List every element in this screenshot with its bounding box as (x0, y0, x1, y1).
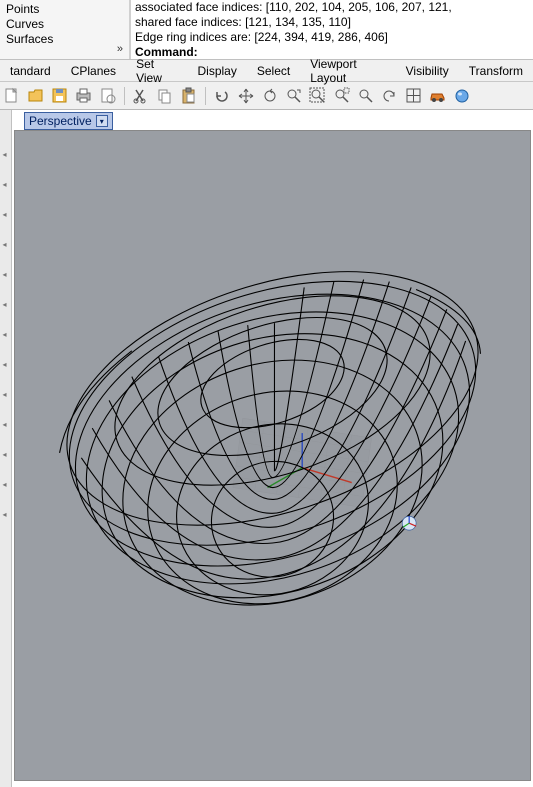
toolbar (0, 82, 533, 110)
cmd-line: shared face indices: [121, 134, 135, 110… (135, 15, 529, 30)
tab-setview[interactable]: Set View (126, 54, 187, 88)
open-file-icon[interactable] (26, 86, 46, 106)
zoom-dynamic-icon[interactable] (284, 86, 304, 106)
side-handle[interactable]: ◂ (3, 390, 9, 396)
side-toolbar: ◂ ◂ ◂ ◂ ◂ ◂ ◂ ◂ ◂ ◂ ◂ ◂ ◂ (0, 110, 12, 787)
undo-icon[interactable] (212, 86, 232, 106)
copy-icon[interactable] (155, 86, 175, 106)
tab-select[interactable]: Select (247, 61, 300, 81)
side-handle[interactable]: ◂ (3, 300, 9, 306)
tree-item-curves[interactable]: Curves (6, 17, 123, 32)
tab-cplanes[interactable]: CPlanes (61, 61, 126, 81)
side-handle[interactable]: ◂ (3, 330, 9, 336)
render-icon[interactable] (452, 86, 472, 106)
tab-visibility[interactable]: Visibility (396, 61, 459, 81)
world-axes-icon (402, 516, 416, 530)
side-handle[interactable]: ◂ (3, 480, 9, 486)
viewport-canvas[interactable] (14, 130, 531, 781)
side-handle[interactable]: ◂ (3, 180, 9, 186)
four-viewports-icon[interactable] (404, 86, 424, 106)
tab-transform[interactable]: Transform (459, 61, 533, 81)
new-file-icon[interactable] (2, 86, 22, 106)
workspace: ◂ ◂ ◂ ◂ ◂ ◂ ◂ ◂ ◂ ◂ ◂ ◂ ◂ Perspective ▾ (0, 110, 533, 787)
document-properties-icon[interactable] (98, 86, 118, 106)
tab-standard[interactable]: tandard (0, 61, 61, 81)
viewport-menu-dropdown-icon[interactable]: ▾ (96, 115, 108, 127)
cmd-line: Edge ring indices are: [224, 394, 419, 2… (135, 30, 529, 45)
paste-icon[interactable] (179, 86, 199, 106)
side-handle[interactable]: ◂ (3, 150, 9, 156)
object-tree: Points Curves Surfaces » (0, 0, 130, 59)
tab-display[interactable]: Display (187, 61, 246, 81)
model-render (15, 131, 530, 785)
zoom-selected-icon[interactable] (332, 86, 352, 106)
side-handle[interactable]: ◂ (3, 210, 9, 216)
side-handle[interactable]: ◂ (3, 240, 9, 246)
zoom-extents-icon[interactable] (356, 86, 376, 106)
tree-item-surfaces[interactable]: Surfaces (6, 32, 123, 47)
viewport-container: Perspective ▾ (12, 110, 533, 787)
car-icon[interactable] (428, 86, 448, 106)
save-icon[interactable] (50, 86, 70, 106)
undo-view-icon[interactable] (380, 86, 400, 106)
rotate-view-icon[interactable] (260, 86, 280, 106)
viewport-title-bar[interactable]: Perspective ▾ (24, 112, 113, 130)
tab-bar: tandard CPlanes Set View Display Select … (0, 60, 533, 82)
side-handle[interactable]: ◂ (3, 450, 9, 456)
zoom-window-icon[interactable] (308, 86, 328, 106)
toolbar-separator (124, 87, 125, 105)
tree-expand-icon[interactable]: » (117, 42, 123, 57)
side-handle[interactable]: ◂ (3, 510, 9, 516)
side-handle[interactable]: ◂ (3, 360, 9, 366)
tab-vplayout[interactable]: Viewport Layout (300, 54, 395, 88)
tree-item-points[interactable]: Points (6, 2, 123, 17)
top-row: Points Curves Surfaces » associated face… (0, 0, 533, 60)
side-handle[interactable]: ◂ (3, 270, 9, 276)
pan-icon[interactable] (236, 86, 256, 106)
toolbar-separator (205, 87, 206, 105)
cmd-line: associated face indices: [110, 202, 104,… (135, 0, 529, 15)
cut-icon[interactable] (131, 86, 151, 106)
viewport-title: Perspective (29, 114, 92, 128)
side-handle[interactable]: ◂ (3, 420, 9, 426)
command-history: associated face indices: [110, 202, 104,… (130, 0, 533, 59)
print-icon[interactable] (74, 86, 94, 106)
